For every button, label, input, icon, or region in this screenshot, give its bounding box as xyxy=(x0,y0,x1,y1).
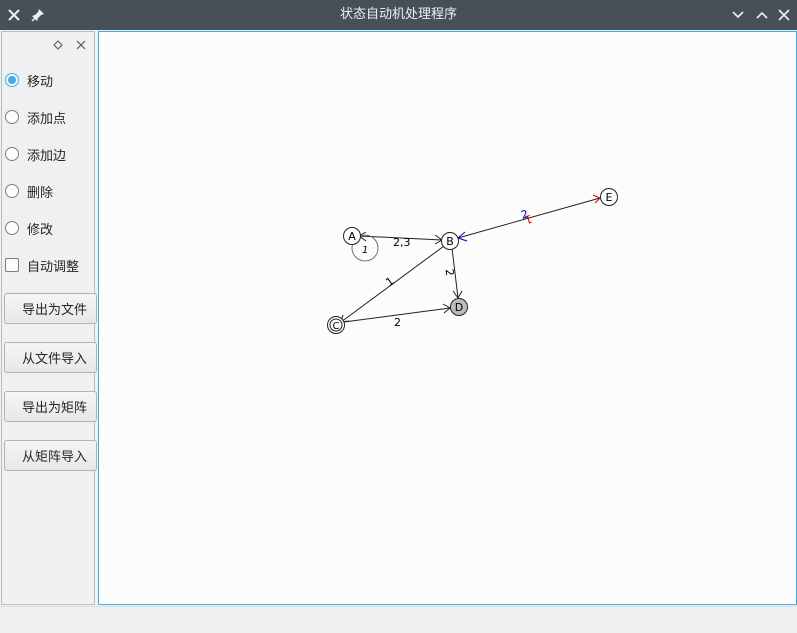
node-a[interactable]: A xyxy=(343,227,361,245)
chevron-up-icon[interactable] xyxy=(751,4,773,26)
edge-label-b-c: 1 xyxy=(383,274,396,289)
radio-indicator[interactable] xyxy=(5,184,19,198)
title-bar: 状态自动机处理程序 xyxy=(0,0,797,30)
export-file-button[interactable]: 导出为文件 xyxy=(4,293,97,324)
node-e[interactable]: E xyxy=(600,188,618,206)
edge-label-a-a: 1 xyxy=(362,245,368,256)
radio-indicator[interactable] xyxy=(5,110,19,124)
node-label: B xyxy=(446,235,454,248)
radio-label: 移动 xyxy=(27,74,54,90)
close-icon[interactable] xyxy=(773,4,795,26)
diamond-icon[interactable] xyxy=(51,38,65,52)
node-c[interactable]: C xyxy=(327,316,345,334)
radio-label: 修改 xyxy=(27,222,54,238)
mode-add-edge-radio[interactable]: 添加边 xyxy=(5,143,66,165)
export-matrix-button[interactable]: 导出为矩阵 xyxy=(4,391,97,422)
node-d[interactable]: D xyxy=(450,298,468,316)
auto-adjust-checkbox[interactable]: 自动调整 xyxy=(5,254,79,276)
graph-svg[interactable]: 2,3 1 1 2 2 2 1 A B C D E xyxy=(99,32,796,604)
edge-label-c-d: 2 xyxy=(394,316,401,329)
import-file-button[interactable]: 从文件导入 xyxy=(4,342,97,373)
mode-edit-radio[interactable]: 修改 xyxy=(5,217,53,239)
window-title: 状态自动机处理程序 xyxy=(339,7,457,22)
tool-dock: 移动 添加点 添加边 删除 修改 自动调整 导出为文件 从文件导入 导出为矩阵 … xyxy=(1,31,97,605)
mode-add-node-radio[interactable]: 添加点 xyxy=(5,106,66,128)
chevron-down-icon[interactable] xyxy=(727,4,749,26)
node-label: E xyxy=(606,191,613,204)
edge-label-e-b: 1 xyxy=(523,212,533,226)
edge-label-a-b: 2,3 xyxy=(393,236,411,249)
node-label: D xyxy=(455,301,463,314)
node-label: A xyxy=(348,230,356,243)
radio-label: 删除 xyxy=(27,185,54,201)
radio-label: 添加边 xyxy=(27,148,67,164)
radio-indicator[interactable] xyxy=(5,147,19,161)
graph-canvas[interactable]: 2,3 1 1 2 2 2 1 A B C D E xyxy=(98,31,797,605)
node-b[interactable]: B xyxy=(441,232,459,250)
checkbox-indicator[interactable] xyxy=(5,258,19,272)
close-icon[interactable] xyxy=(74,38,88,52)
edge-label-b-d: 2 xyxy=(443,268,457,277)
import-matrix-button[interactable]: 从矩阵导入 xyxy=(4,440,97,471)
checkbox-label: 自动调整 xyxy=(27,259,80,275)
radio-indicator[interactable] xyxy=(5,221,19,235)
status-bar xyxy=(0,606,797,633)
mode-move-radio[interactable]: 移动 xyxy=(5,69,53,91)
radio-indicator[interactable] xyxy=(5,73,19,87)
radio-label: 添加点 xyxy=(27,111,67,127)
mode-delete-radio[interactable]: 删除 xyxy=(5,180,53,202)
node-label: C xyxy=(333,321,340,332)
